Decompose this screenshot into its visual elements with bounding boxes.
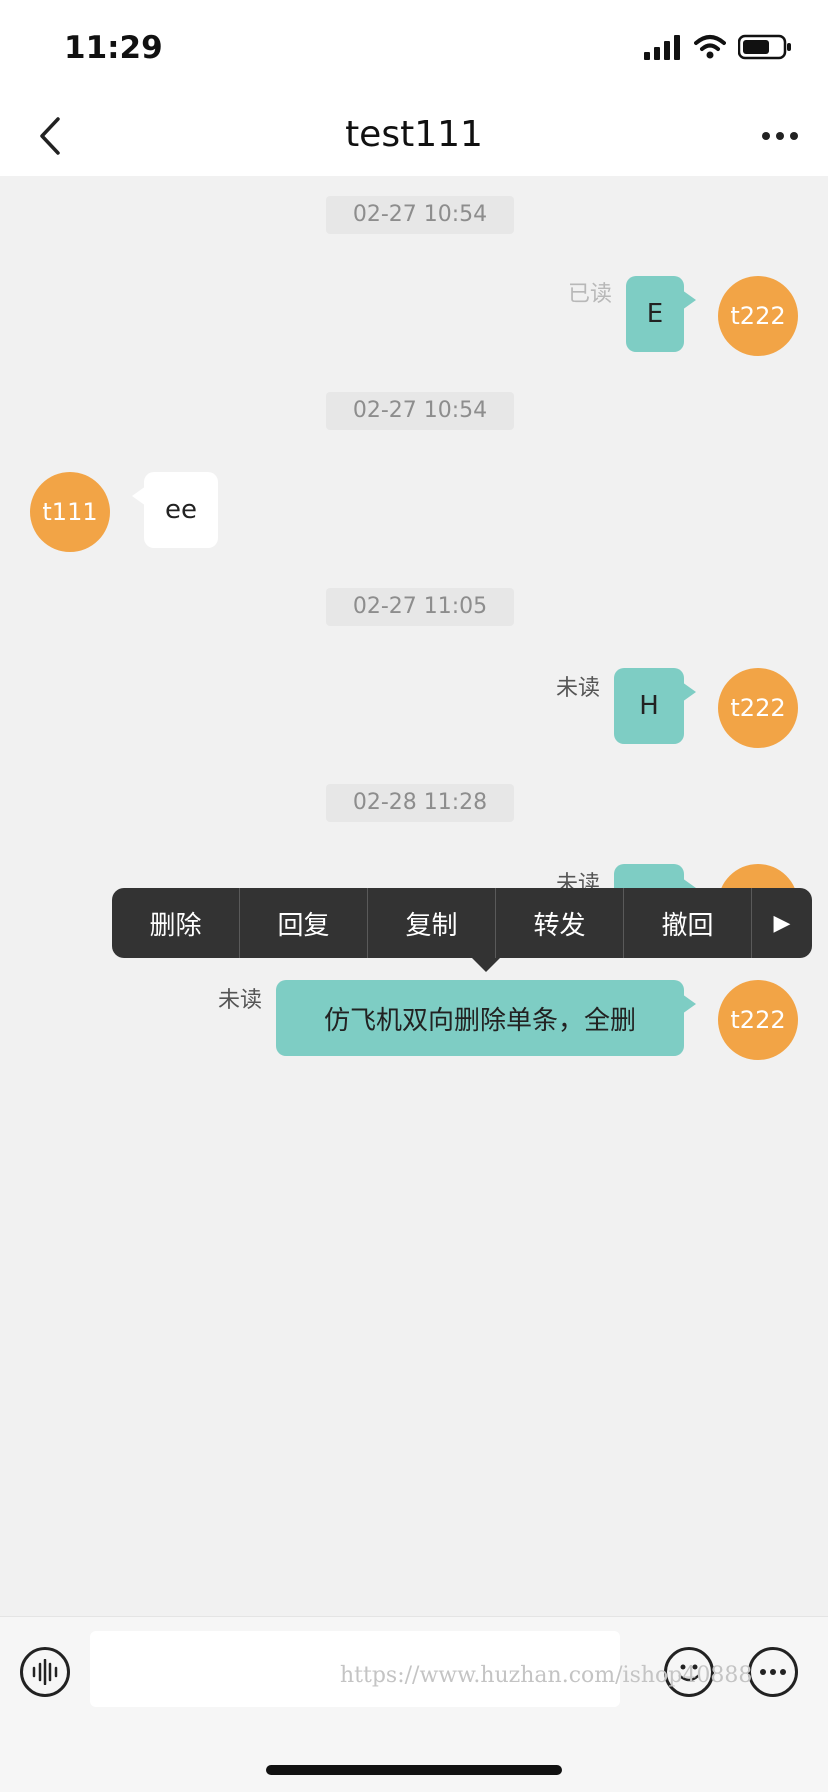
home-indicator — [266, 1765, 562, 1775]
status-icons — [644, 34, 792, 60]
message-timestamp: 02-27 11:05 — [326, 588, 514, 626]
message-bubble[interactable]: ee — [132, 472, 218, 548]
menu-item-recall[interactable]: 撤回 — [624, 888, 752, 958]
more-button[interactable] — [754, 112, 806, 160]
read-status: 未读 — [218, 988, 263, 1013]
more-input-button[interactable] — [748, 1647, 798, 1697]
message-timestamp: 02-27 10:54 — [326, 196, 514, 234]
ellipsis-circle-icon — [760, 1669, 786, 1675]
wifi-icon — [694, 35, 726, 59]
message-bubble[interactable]: H — [614, 668, 696, 744]
more-horizontal-icon — [762, 132, 798, 140]
signal-icon — [644, 35, 680, 60]
input-bar: https://www.huzhan.com/ishop40888 — [0, 1616, 828, 1792]
message-bubble[interactable]: E — [626, 276, 696, 352]
voice-button[interactable] — [20, 1647, 70, 1697]
message-bubble-selected[interactable]: 仿飞机双向删除单条，全删 — [276, 980, 696, 1056]
battery-icon — [738, 34, 791, 60]
avatar[interactable]: t111 — [30, 472, 110, 552]
voice-wave-icon — [32, 1659, 58, 1685]
menu-item-reply[interactable]: 回复 — [240, 888, 368, 958]
status-time: 11:29 — [64, 30, 163, 66]
menu-item-copy[interactable]: 复制 — [368, 888, 496, 958]
watermark-text: https://www.huzhan.com/ishop40888 — [340, 1663, 753, 1688]
nav-bar: test111 — [0, 96, 828, 176]
message-context-menu: 删除 回复 复制 转发 撤回 ▶ — [112, 888, 812, 958]
avatar[interactable]: t222 — [718, 276, 798, 356]
message-timestamp: 02-27 10:54 — [326, 392, 514, 430]
menu-next-arrow-icon[interactable]: ▶ — [752, 888, 812, 958]
read-status: 未读 — [556, 676, 601, 701]
read-status: 已读 — [568, 282, 613, 307]
context-menu-pointer — [472, 958, 500, 972]
avatar[interactable]: t222 — [718, 668, 798, 748]
message-timestamp: 02-28 11:28 — [326, 784, 514, 822]
avatar[interactable]: t222 — [718, 980, 798, 1060]
page-title: test111 — [345, 114, 483, 155]
menu-item-delete[interactable]: 删除 — [112, 888, 240, 958]
menu-item-forward[interactable]: 转发 — [496, 888, 624, 958]
status-bar: 11:29 — [0, 0, 828, 96]
